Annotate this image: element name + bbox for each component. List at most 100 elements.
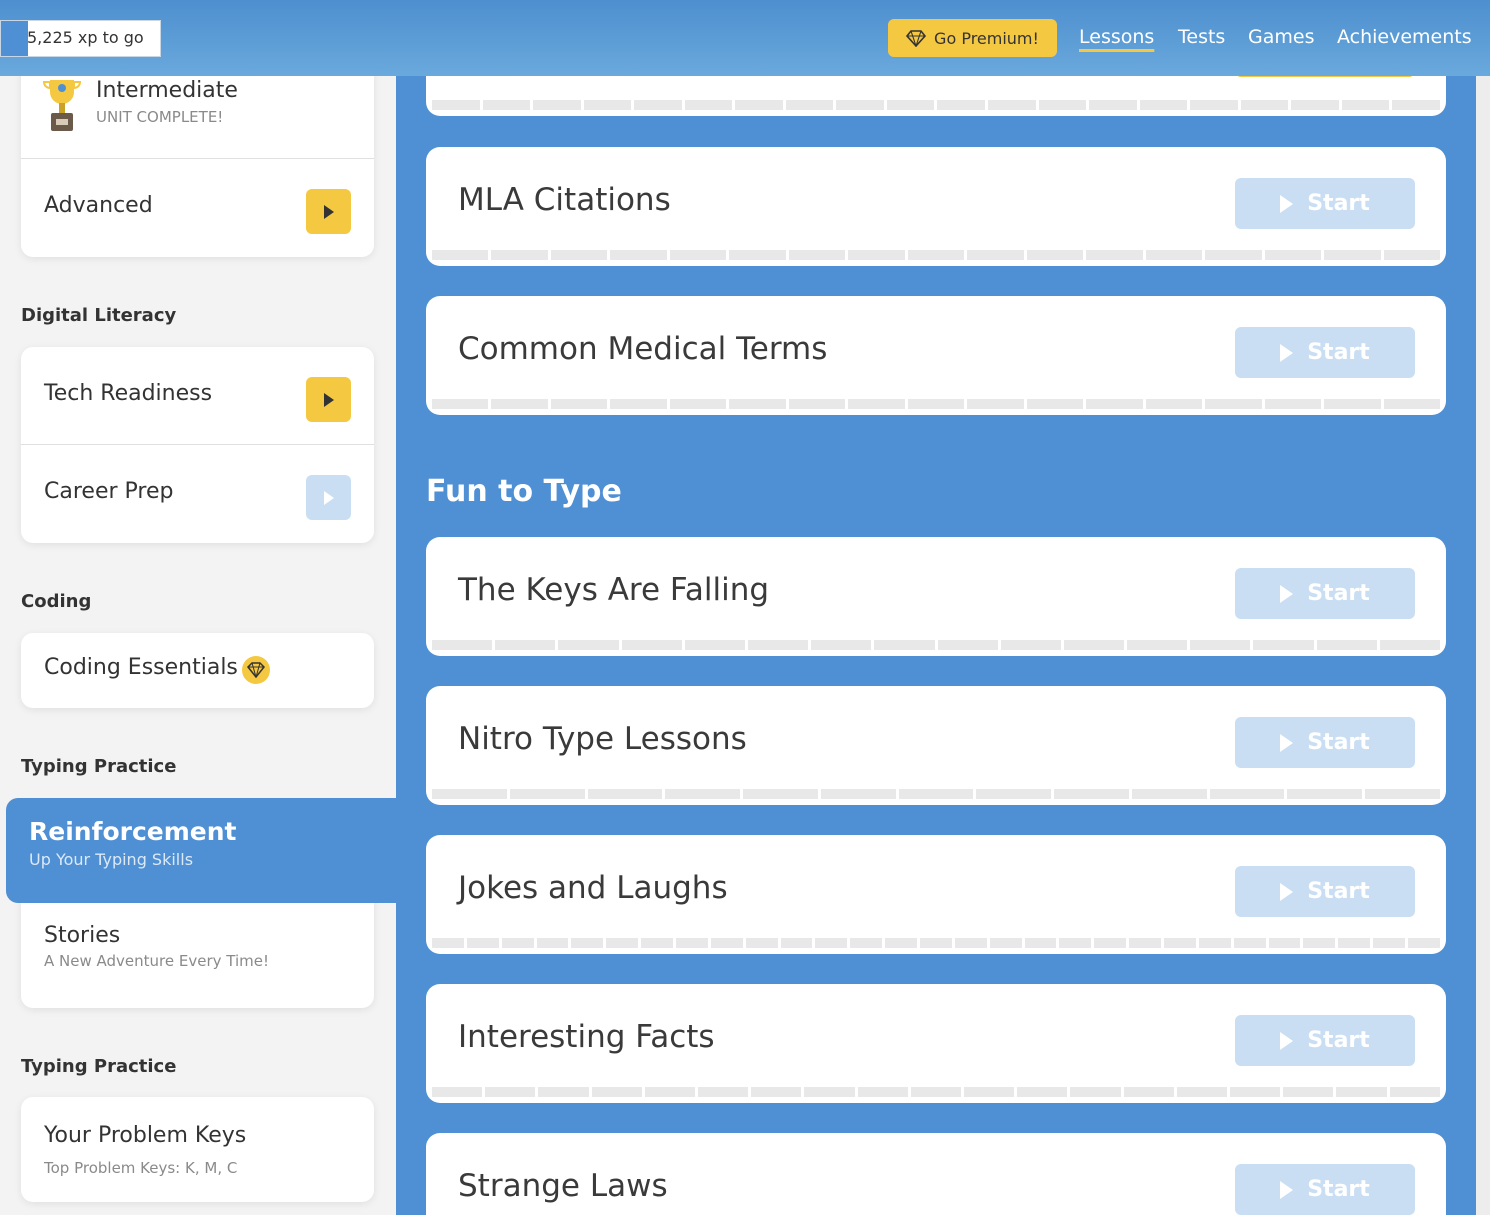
progress-segment (1264, 250, 1322, 260)
progress-segment (1198, 938, 1231, 948)
start-button[interactable]: Start (1235, 568, 1415, 619)
progress-segment (1190, 640, 1251, 650)
progress-segment (1127, 640, 1188, 650)
sidebar-item-reinforcement[interactable]: Reinforcement Up Your Typing Skills (6, 798, 396, 903)
start-label: Start (1307, 191, 1370, 216)
progress-segment (988, 100, 1036, 110)
progress-segment (1164, 938, 1196, 948)
problem-keys-card[interactable]: Your Problem Keys Top Problem Keys: K, M… (21, 1097, 374, 1202)
lesson-title: MLA Citations (458, 182, 671, 218)
start-button[interactable]: Start (1235, 327, 1415, 378)
progress-segment (485, 1087, 536, 1097)
trophy-icon (42, 80, 82, 131)
progress-segment (550, 399, 608, 409)
start-button[interactable]: Start (1235, 1015, 1415, 1066)
progress-segment (1205, 250, 1262, 260)
nav-tests[interactable]: Tests (1178, 26, 1225, 48)
progress-segment (743, 789, 818, 799)
progress-segments (432, 399, 1440, 409)
progress-segment (583, 100, 632, 110)
progress-segment (1365, 789, 1440, 799)
sidebar-item-advanced[interactable]: Advanced (21, 159, 374, 257)
start-button[interactable]: Start (1235, 178, 1415, 229)
progress-segment (665, 789, 741, 799)
coding-card[interactable]: Coding Essentials (21, 633, 374, 708)
progress-segment (1139, 100, 1188, 110)
progress-segment (1324, 250, 1381, 260)
progress-segment (729, 250, 786, 260)
progress-segment (811, 640, 872, 650)
sidebar-item-tech-readiness[interactable]: Tech Readiness (21, 347, 374, 444)
go-premium-button[interactable]: Go Premium! (888, 19, 1057, 57)
problem-keys-title: Your Problem Keys (44, 1123, 247, 1148)
progress-segment (533, 100, 581, 110)
lesson-title: Common Medical Terms (458, 331, 828, 367)
lesson-card: Interesting Facts Start (426, 984, 1446, 1103)
progress-segment (1176, 1087, 1228, 1097)
nav-achievements[interactable]: Achievements (1337, 26, 1472, 48)
sidebar-item-career-prep[interactable]: Career Prep (21, 445, 374, 543)
unit-complete-title: Intermediate (96, 78, 238, 103)
progress-segment (1145, 399, 1203, 409)
progress-segment (634, 100, 682, 110)
progress-segment (1283, 1087, 1334, 1097)
progress-segment (466, 938, 499, 948)
progress-segment (1129, 938, 1162, 948)
progress-segment (850, 938, 883, 948)
progress-segment (501, 938, 534, 948)
progress-segment (885, 938, 918, 948)
nav-games[interactable]: Games (1248, 26, 1314, 48)
play-icon (1280, 343, 1294, 362)
progress-segment (482, 100, 531, 110)
progress-segment (1383, 250, 1440, 260)
start-label: Start (1307, 1028, 1370, 1053)
progress-segment (735, 100, 783, 110)
sidebar-item-label: Career Prep (44, 479, 174, 504)
progress-segment (641, 938, 674, 948)
progress-segment (820, 789, 896, 799)
start-button[interactable]: Start (1235, 866, 1415, 917)
play-icon (323, 490, 334, 505)
progress-segment (848, 250, 905, 260)
start-label: Start (1307, 1177, 1370, 1202)
progress-segment (1190, 100, 1238, 110)
start-button[interactable]: Start (1235, 1164, 1415, 1215)
progress-segment (967, 399, 1024, 409)
progress-segment (1054, 789, 1129, 799)
progress-segment (1268, 938, 1301, 948)
start-button[interactable]: Start (1235, 717, 1415, 768)
page-edge (1476, 0, 1490, 1215)
progress-segment (610, 250, 667, 260)
progress-segment (1316, 640, 1377, 650)
progress-segment (729, 399, 786, 409)
progress-segment (836, 100, 884, 110)
stories-card[interactable]: Stories A New Adventure Every Time! (21, 890, 374, 1008)
progress-segment (684, 100, 733, 110)
progress-segment (1070, 1087, 1121, 1097)
progress-segment (1094, 938, 1127, 948)
play-button[interactable] (306, 189, 351, 234)
progress-segment (967, 250, 1024, 260)
progress-segment (1086, 250, 1143, 260)
active-item-sub: Up Your Typing Skills (29, 850, 194, 869)
progress-segment (1341, 100, 1390, 110)
nav-lessons[interactable]: Lessons (1079, 26, 1154, 48)
play-icon (1280, 882, 1294, 901)
progress-segment (1379, 640, 1440, 650)
progress-segment (1026, 250, 1084, 260)
premium-diamond-icon (242, 656, 270, 684)
play-button[interactable] (306, 377, 351, 422)
xp-progress-bar: 5,225 xp to go (0, 20, 161, 57)
start-label: Start (1307, 340, 1370, 365)
progress-segment (1336, 1087, 1387, 1097)
go-premium-label: Go Premium! (934, 28, 1039, 48)
progress-segment (538, 1087, 589, 1097)
stories-title: Stories (44, 923, 121, 948)
progress-segment (910, 1087, 962, 1097)
progress-segment (898, 789, 974, 799)
start-label: Start (1307, 581, 1370, 606)
lesson-title: Jokes and Laughs (458, 870, 728, 906)
progress-segment (815, 938, 848, 948)
play-button[interactable] (306, 475, 351, 520)
xp-progress-fill (1, 21, 29, 56)
